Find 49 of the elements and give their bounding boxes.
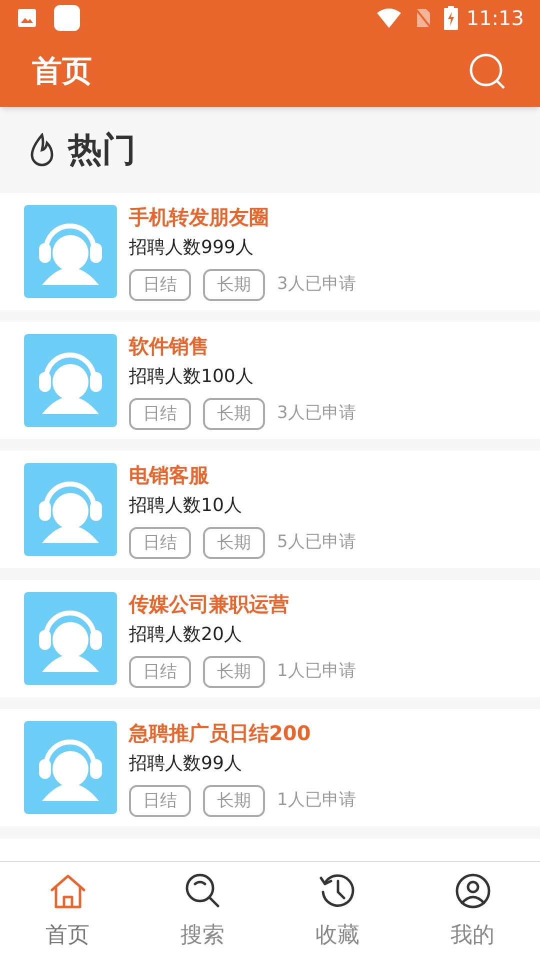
status-time: 11:13 — [466, 5, 524, 32]
nav-tab[interactable]: 搜索 — [135, 862, 270, 960]
tag: 日结 — [129, 656, 191, 688]
tag: 长期 — [203, 526, 265, 558]
wifi-icon — [376, 7, 402, 29]
avatar-icon — [24, 721, 117, 814]
applied-count: 5人已申请 — [277, 530, 356, 554]
app-icon — [54, 5, 80, 31]
job-card[interactable]: 传媒公司兼职运营 招聘人数20人 日结 长期 1人已申请 — [0, 580, 540, 697]
tag: 日结 — [129, 526, 191, 558]
nav-tab[interactable]: 首页 — [0, 862, 135, 960]
no-sim-icon — [414, 7, 432, 29]
recruit-count: 招聘人数100人 — [129, 364, 254, 388]
applied-count: 3人已申请 — [277, 272, 356, 296]
job-title: 手机转发朋友圈 — [129, 204, 270, 230]
tag: 日结 — [129, 268, 191, 300]
job-card[interactable]: 急聘推广员日结200 招聘人数99人 日结 长期 1人已申请 — [0, 709, 540, 826]
job-title: 传媒公司兼职运营 — [129, 590, 290, 618]
applied-count: 3人已申请 — [277, 402, 356, 425]
avatar-icon — [24, 334, 117, 427]
job-title: 电销客服 — [129, 462, 210, 488]
job-card[interactable]: 软件销售 招聘人数100人 日结 长期 3人已申请 — [0, 322, 540, 439]
section-title: 热门 — [68, 128, 136, 172]
tag: 长期 — [203, 268, 265, 300]
recruit-count: 招聘人数20人 — [129, 622, 243, 646]
tag: 长期 — [203, 784, 265, 816]
battery-icon — [444, 6, 458, 30]
recruit-count: 招聘人数999人 — [129, 236, 254, 260]
tag: 日结 — [129, 398, 191, 430]
recruit-count: 招聘人数10人 — [129, 494, 243, 518]
applied-count: 1人已申请 — [277, 660, 356, 683]
nav-tab[interactable]: 我的 — [405, 862, 540, 960]
recruit-count: 招聘人数99人 — [129, 752, 243, 776]
avatar-icon — [24, 463, 117, 556]
job-card[interactable]: 电销客服 招聘人数10人 日结 长期 5人已申请 — [0, 451, 540, 568]
tag: 长期 — [203, 398, 265, 430]
applied-count: 1人已申请 — [277, 788, 356, 812]
search-icon — [469, 52, 507, 90]
page-title: 首页 — [32, 53, 93, 91]
tag: 长期 — [203, 656, 265, 688]
tag: 日结 — [129, 784, 191, 816]
avatar-icon — [24, 205, 117, 298]
job-title: 急聘推广员日结200 — [129, 720, 312, 746]
avatar-icon — [24, 592, 117, 685]
flame-icon — [28, 133, 56, 167]
job-card[interactable]: 手机转发朋友圈 招聘人数999人 日结 长期 3人已申请 — [0, 193, 540, 310]
image-icon — [16, 7, 38, 29]
nav-tab[interactable]: 收藏 — [270, 862, 405, 960]
job-title: 软件销售 — [129, 332, 210, 360]
